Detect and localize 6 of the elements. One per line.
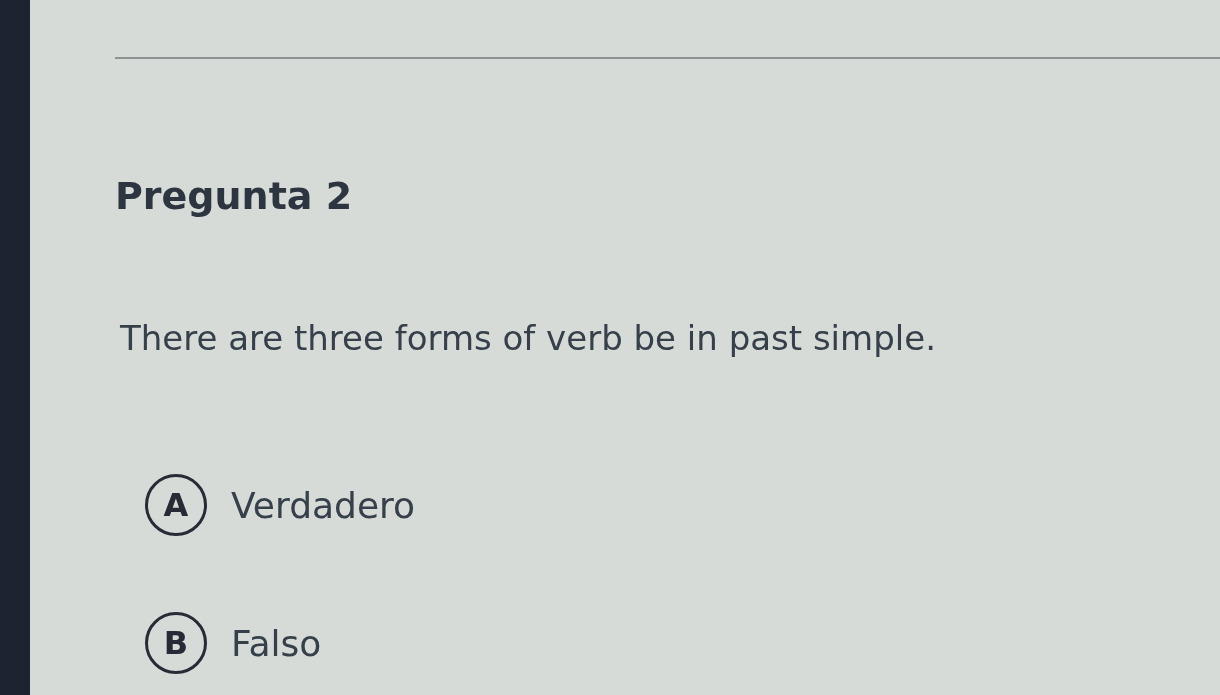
option-radio[interactable]: A — [145, 474, 207, 537]
question-title: Pregunta 2 — [115, 174, 353, 220]
option-label[interactable]: Verdadero — [231, 483, 416, 527]
option-label[interactable]: Falso — [231, 621, 322, 665]
option-radio[interactable]: B — [145, 612, 207, 675]
question-text: There are three forms of verb be in past simple. — [120, 317, 936, 359]
